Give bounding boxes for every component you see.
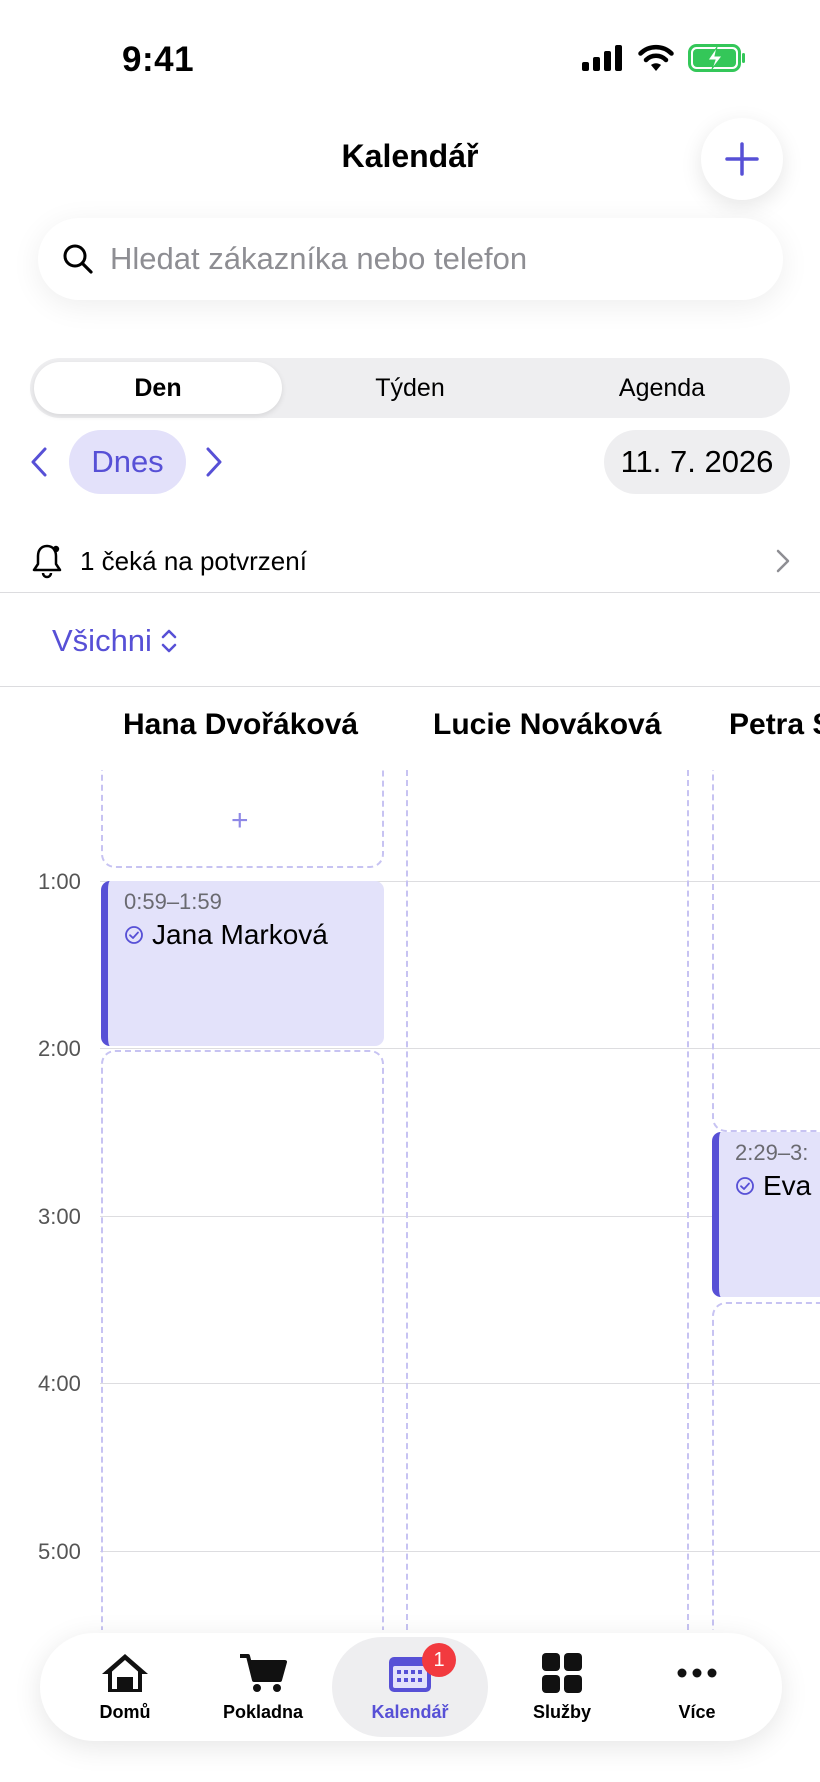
pending-confirmation-row[interactable]: 1 čeká na potvrzení [0,530,820,592]
empty-slot[interactable] [101,1050,384,1630]
status-icons [582,44,746,72]
wifi-icon [638,44,674,71]
home-icon [102,1653,148,1692]
chevron-up-down-icon [161,629,177,653]
appointment-client: Eva H [735,1170,820,1202]
page-title: Kalendář [341,138,479,174]
hour-label: 3:00 [38,1204,81,1229]
pending-confirmation-text: 1 čeká na potvrzení [80,545,307,576]
appointment-card[interactable]: 0:59–1:59 Jana Marková [101,881,384,1046]
tab-label: Pokladna [222,1701,304,1722]
column-boundary [406,770,408,1630]
divider [0,592,820,593]
plus-icon: + [231,804,249,837]
staff-column-header: Hana Dvořáková [123,708,359,741]
appointment-time: 2:29–3: [735,1140,809,1165]
signal-icon [582,45,622,71]
search-icon [63,244,93,274]
tab-bar: Domů Pokladna Kalendář 1 Služby Více [40,1633,782,1741]
check-circle-icon [125,926,143,944]
empty-slot[interactable] [712,1302,820,1630]
notification-badge: 1 [422,1643,456,1677]
add-appointment-button[interactable] [701,118,783,200]
status-time: 9:41 [122,40,195,79]
column-boundary [687,770,689,1630]
tab-home[interactable]: Domů [70,1633,180,1741]
battery-charging-icon [688,44,745,72]
client-name: Eva H [763,1170,820,1201]
appointment-client: Jana Marková [124,919,328,951]
divider [0,686,820,687]
client-name: Jana Marková [152,919,328,950]
check-circle-icon [736,1177,754,1195]
hour-label: 2:00 [38,1036,81,1061]
staff-column-header: Lucie Nováková [433,708,662,741]
cart-icon [240,1653,287,1692]
hour-label: 1:00 [38,869,81,894]
hour-label: 4:00 [38,1371,81,1396]
chevron-left-icon [31,447,47,477]
previous-day-button[interactable] [24,444,54,480]
staff-column-header: Petra S [729,708,820,741]
tab-pokladna[interactable]: Pokladna [198,1633,328,1741]
tab-kalendar[interactable]: Kalendář 1 [332,1633,488,1741]
appointment-card[interactable]: 2:29–3: Eva H [712,1132,820,1297]
tab-vice[interactable]: Více [642,1633,752,1741]
day-schedule-grid: 1:00 2:00 3:00 4:00 5:00 + 0:59–1:59 Jan… [0,770,820,1630]
chevron-right-icon [776,549,790,573]
date-picker-button[interactable]: 11. 7. 2026 [604,430,790,494]
empty-slot[interactable]: + [101,770,384,868]
empty-slot[interactable] [712,770,820,1132]
search-input[interactable]: Hledat zákazníka nebo telefon [38,218,783,300]
today-button[interactable]: Dnes [69,430,186,494]
tab-day[interactable]: Den [34,358,282,418]
staff-filter-label: Všichni [52,623,152,658]
tab-label: Kalendář [371,1701,449,1722]
staff-filter-dropdown[interactable]: Všichni [52,618,178,664]
status-bar: 9:41 [0,0,820,110]
date-navigation: Dnes 11. 7. 2026 [0,430,820,496]
grid-icon [542,1652,582,1693]
more-icon [677,1668,717,1677]
tab-label: Více [678,1701,716,1722]
chevron-right-icon [206,447,222,477]
view-switcher: Den Týden Agenda [30,358,790,418]
bell-icon [32,544,62,579]
appointment-time: 0:59–1:59 [124,889,222,914]
tab-label: Domů [99,1701,151,1722]
tab-agenda[interactable]: Agenda [538,358,786,418]
plus-icon [725,142,759,176]
search-placeholder: Hledat zákazníka nebo telefon [110,241,528,276]
next-day-button[interactable] [199,444,229,480]
hour-label: 5:00 [38,1539,81,1564]
tab-week[interactable]: Týden [286,358,534,418]
tab-label: Služby [532,1701,591,1722]
tab-sluzby[interactable]: Služby [500,1633,624,1741]
